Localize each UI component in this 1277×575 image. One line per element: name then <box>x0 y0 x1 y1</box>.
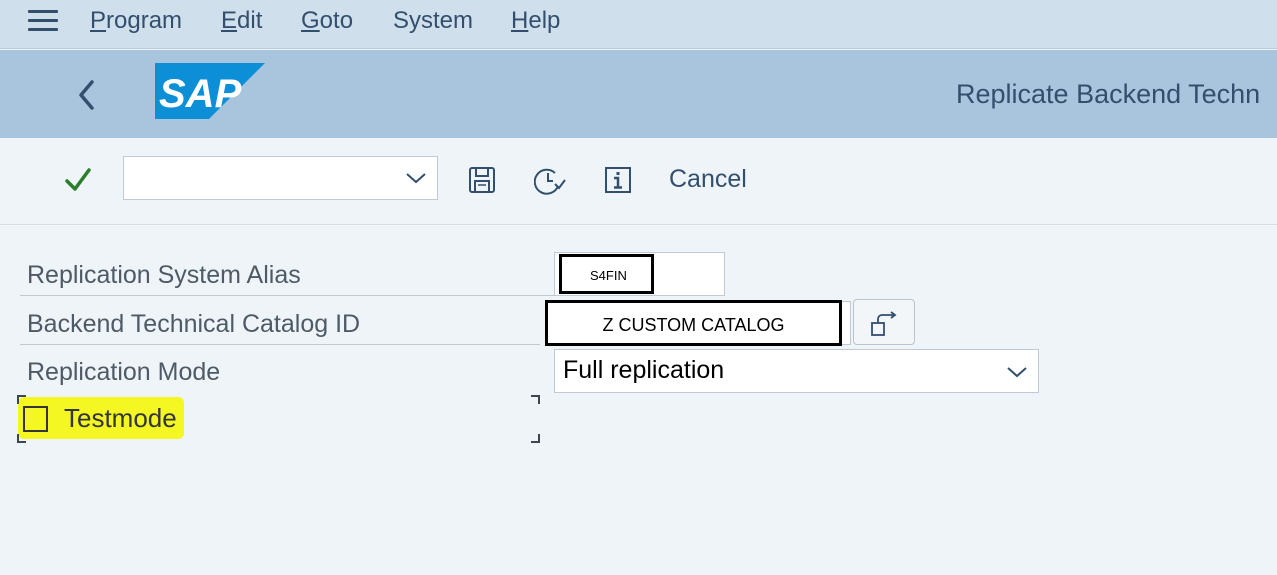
open-external-icon <box>871 311 897 336</box>
focus-corner <box>531 434 540 443</box>
cancel-button[interactable]: Cancel <box>669 165 747 194</box>
focus-corner <box>531 395 540 404</box>
menu-program[interactable]: Program <box>90 7 182 35</box>
row-divider <box>20 295 555 296</box>
row-divider <box>20 344 540 345</box>
execute-clock-icon[interactable] <box>533 166 568 195</box>
page-title: Replicate Backend Techn <box>956 79 1261 109</box>
backend-technical-catalog-id-label: Backend Technical Catalog ID <box>27 310 361 338</box>
menu-goto[interactable]: Goto <box>301 7 353 35</box>
focus-corner <box>17 434 26 443</box>
chevron-down-icon[interactable] <box>405 168 427 188</box>
menu-system[interactable]: System <box>393 7 473 35</box>
shell-header: SAP Replicate Backend Techn <box>0 50 1277 138</box>
replication-mode-value: Full replication <box>563 356 725 384</box>
info-icon[interactable] <box>604 166 632 194</box>
menu-edit[interactable]: Edit <box>221 7 262 35</box>
enter-check-icon[interactable] <box>62 164 94 196</box>
menu-bar: Program Edit Goto System Help <box>0 0 1277 49</box>
replication-mode-label: Replication Mode <box>27 358 221 386</box>
replication-system-alias-label: Replication System Alias <box>27 261 301 289</box>
back-icon[interactable] <box>72 78 102 112</box>
toolbar: Cancel <box>0 138 1277 225</box>
testmode-label[interactable]: Testmode <box>64 403 177 434</box>
value-help-button[interactable] <box>853 299 915 345</box>
backend-technical-catalog-id-value[interactable]: Z CUSTOM CATALOG <box>545 300 842 346</box>
testmode-checkbox[interactable] <box>23 406 48 432</box>
replication-system-alias-value[interactable]: S4FIN <box>559 254 654 294</box>
menu-help[interactable]: Help <box>511 7 560 35</box>
chevron-down-icon[interactable] <box>1006 362 1028 382</box>
hamburger-menu-icon[interactable] <box>28 10 58 34</box>
save-icon[interactable] <box>468 166 496 194</box>
logo-text: SAP <box>159 72 242 116</box>
command-field[interactable] <box>123 156 438 200</box>
focus-corner <box>17 395 26 404</box>
replication-mode-select[interactable]: Full replication <box>554 349 1039 393</box>
sap-logo: SAP <box>155 63 265 124</box>
